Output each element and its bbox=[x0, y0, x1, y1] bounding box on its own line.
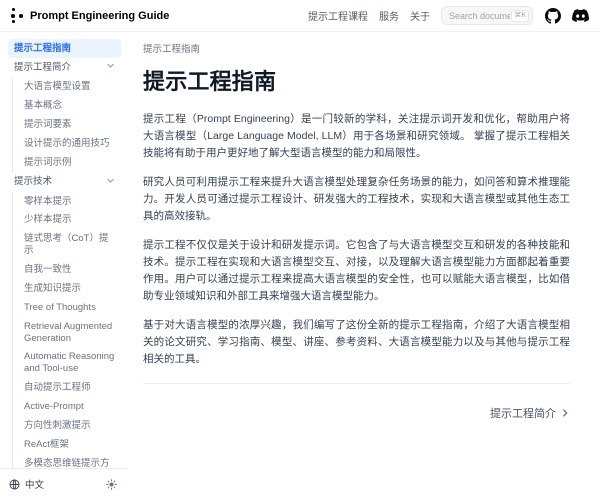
sidebar-item-label: 方向性刺激提示 bbox=[24, 420, 91, 432]
sidebar-item-label: 基本概念 bbox=[24, 100, 62, 112]
sidebar-item-label: ReAct框架 bbox=[24, 439, 69, 451]
sidebar-item-label: 设计提示的通用技巧 bbox=[24, 138, 110, 150]
article-paragraph: 基于对大语言模型的浓厚兴趣，我们编写了这份全新的提示工程指南，介绍了大语言模型相… bbox=[143, 317, 570, 368]
sidebar-item[interactable]: 提示工程简介 bbox=[8, 58, 121, 78]
next-page-link[interactable]: 提示工程简介 bbox=[490, 405, 570, 421]
sidebar-item[interactable]: 自动提示工程师 bbox=[12, 379, 121, 398]
sidebar-item[interactable]: Tree of Thoughts bbox=[12, 298, 121, 317]
sidebar-item[interactable]: ReAct框架 bbox=[12, 435, 121, 454]
main-content: 提示工程指南 提示工程指南 提示工程（Prompt Engineering）是一… bbox=[127, 32, 600, 499]
sidebar-item[interactable]: 自我一致性 bbox=[12, 261, 121, 280]
github-icon[interactable] bbox=[544, 7, 561, 24]
sidebar-item-label: Active-Prompt bbox=[24, 401, 84, 413]
sidebar-item[interactable]: 提示词要素 bbox=[12, 116, 121, 135]
next-page-label: 提示工程简介 bbox=[490, 405, 556, 421]
chevron-down-icon bbox=[106, 61, 115, 74]
sidebar: 提示工程指南 提示工程简介 大语言模型设置 bbox=[0, 32, 127, 499]
sidebar-item-label: 提示工程简介 bbox=[14, 62, 71, 74]
sidebar-item[interactable]: 生成知识提示 bbox=[12, 279, 121, 298]
article-paragraph: 提示工程不仅仅是关于设计和研发提示词。它包含了与大语言模型交互和研发的各种技能和… bbox=[143, 237, 570, 305]
sidebar-item[interactable]: 提示工程指南 bbox=[8, 39, 121, 58]
sidebar-item-label: 提示词示例 bbox=[24, 157, 72, 169]
sidebar-item-label: 提示工程指南 bbox=[14, 43, 71, 55]
sidebar-item[interactable]: 链式思考（CoT）提示 bbox=[12, 230, 121, 261]
theme-toggle-icon[interactable] bbox=[106, 479, 117, 490]
article-body: 提示工程（Prompt Engineering）是一门较新的学科，关注提示词开发… bbox=[143, 111, 570, 368]
nav-link[interactable]: 服务 bbox=[379, 8, 399, 23]
sidebar-item-label: Automatic Reasoning and Tool-use bbox=[24, 351, 115, 375]
sidebar-item[interactable]: 多模态思维链提示方法 bbox=[12, 454, 121, 468]
sidebar-item-label: 少样本提示 bbox=[24, 214, 72, 226]
sidebar-item-label: 大语言模型设置 bbox=[24, 81, 91, 93]
sidebar-item-label: 自动提示工程师 bbox=[24, 382, 91, 394]
sidebar-item-label: 自我一致性 bbox=[24, 264, 72, 276]
discord-icon[interactable] bbox=[572, 7, 589, 24]
logo-dots-icon bbox=[10, 7, 25, 24]
sidebar-item[interactable]: Automatic Reasoning and Tool-use bbox=[12, 348, 121, 379]
content-divider bbox=[143, 383, 570, 384]
sidebar-item-label: Tree of Thoughts bbox=[24, 302, 96, 314]
sidebar-item[interactable]: Retrieval Augmented Generation bbox=[12, 317, 121, 348]
sidebar-item-label: 零样本提示 bbox=[24, 196, 72, 208]
sidebar-item[interactable]: 基本概念 bbox=[12, 97, 121, 116]
top-header: Prompt Engineering Guide 提示工程课程服务关于 ⌘K bbox=[0, 0, 600, 32]
sidebar-item[interactable]: 方向性刺激提示 bbox=[12, 416, 121, 435]
sidebar-item-label: Retrieval Augmented Generation bbox=[24, 321, 115, 345]
search-box: ⌘K bbox=[441, 6, 533, 26]
sidebar-item-label: 链式思考（CoT）提示 bbox=[24, 233, 115, 257]
article-paragraph: 研究人员可利用提示工程来提升大语言模型处理复杂任务场景的能力，如问答和算术推理能… bbox=[143, 174, 570, 225]
language-label: 中文 bbox=[25, 477, 44, 491]
sidebar-item[interactable]: Active-Prompt bbox=[12, 398, 121, 417]
site-title: Prompt Engineering Guide bbox=[30, 10, 169, 22]
sidebar-item[interactable]: 零样本提示 bbox=[12, 192, 121, 211]
site-logo[interactable]: Prompt Engineering Guide bbox=[10, 7, 169, 24]
breadcrumb: 提示工程指南 bbox=[143, 41, 570, 55]
search-shortcut-kbd: ⌘K bbox=[511, 10, 529, 22]
header-nav: 提示工程课程服务关于 ⌘K bbox=[308, 6, 589, 26]
sidebar-item[interactable]: 大语言模型设置 bbox=[12, 78, 121, 97]
sidebar-item[interactable]: 少样本提示 bbox=[12, 211, 121, 230]
sidebar-footer: 中文 bbox=[0, 468, 127, 499]
sidebar-item-label: 多模态思维链提示方法 bbox=[24, 458, 115, 468]
chevron-down-icon bbox=[106, 176, 115, 189]
sidebar-item[interactable]: 设计提示的通用技巧 bbox=[12, 134, 121, 153]
language-selector[interactable]: 中文 bbox=[9, 477, 44, 491]
nav-link[interactable]: 关于 bbox=[410, 8, 430, 23]
nav-link[interactable]: 提示工程课程 bbox=[308, 8, 368, 23]
page-title: 提示工程指南 bbox=[143, 64, 570, 96]
sidebar-item[interactable]: 提示词示例 bbox=[12, 153, 121, 172]
sidebar-nav: 提示工程指南 提示工程简介 大语言模型设置 bbox=[0, 32, 127, 468]
chevron-right-icon bbox=[560, 408, 570, 418]
globe-icon bbox=[9, 479, 20, 490]
sidebar-item[interactable]: 提示技术 bbox=[8, 172, 121, 192]
sidebar-item-label: 生成知识提示 bbox=[24, 283, 81, 295]
sidebar-item-label: 提示词要素 bbox=[24, 119, 72, 131]
article-paragraph: 提示工程（Prompt Engineering）是一门较新的学科，关注提示词开发… bbox=[143, 111, 570, 162]
sidebar-item-label: 提示技术 bbox=[14, 176, 52, 188]
